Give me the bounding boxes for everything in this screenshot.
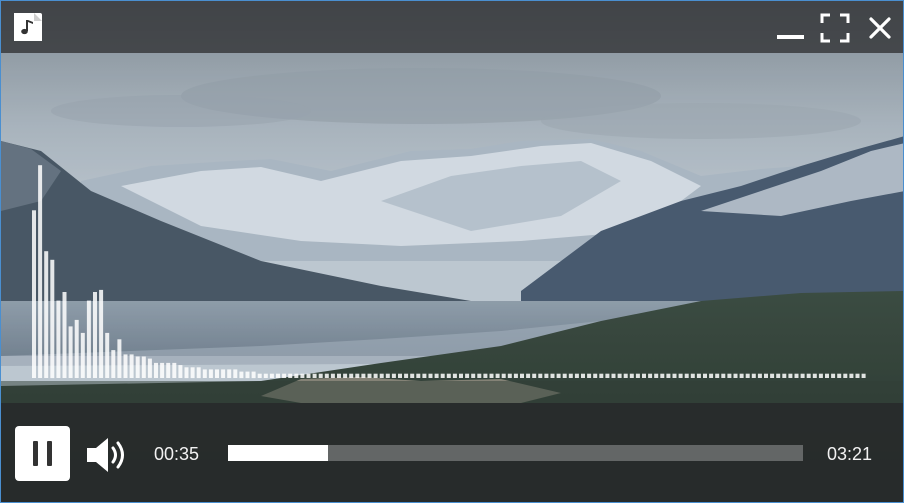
elapsed-time: 00:35 [154, 444, 200, 464]
close-button[interactable] [865, 13, 895, 43]
volume-button[interactable] [85, 435, 131, 475]
volume-icon [87, 438, 124, 472]
seek-bar[interactable] [228, 445, 803, 461]
pause-button[interactable] [15, 426, 70, 481]
control-bar: 00:35 03:21 [1, 403, 903, 502]
title-bar [1, 1, 903, 53]
music-note-icon [14, 13, 42, 41]
minimize-button[interactable] [775, 13, 805, 43]
seek-progress [228, 445, 329, 461]
media-player-window: 00:35 03:21 [0, 0, 904, 503]
fullscreen-button[interactable] [820, 13, 850, 43]
minimize-icon [777, 35, 804, 39]
total-duration: 03:21 [827, 444, 873, 464]
fullscreen-icon [820, 13, 850, 43]
close-icon [869, 17, 891, 39]
